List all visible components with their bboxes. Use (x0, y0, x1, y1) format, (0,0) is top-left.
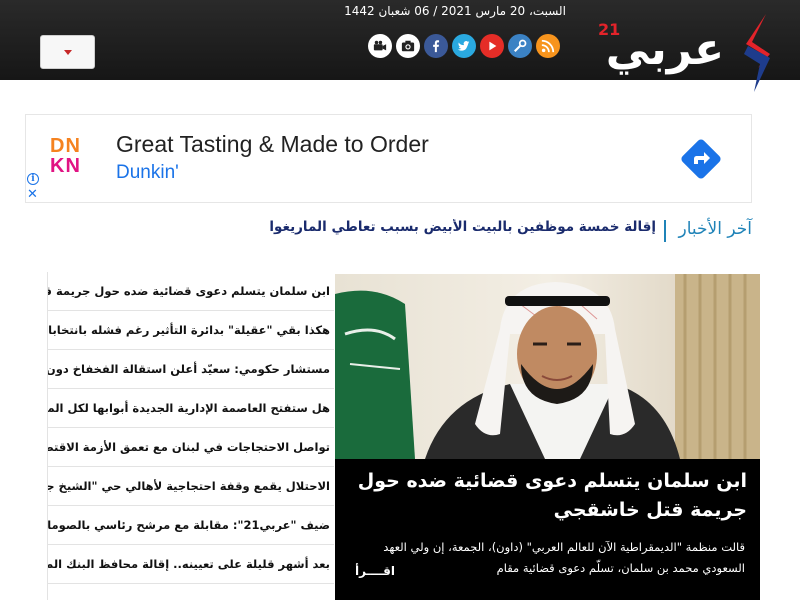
rss-icon[interactable] (536, 34, 560, 58)
caret-down-icon (64, 50, 72, 55)
list-item[interactable]: ضيف "عربي21": مقابلة مع مرشح رئاسي بالصو… (48, 506, 334, 545)
video-camera-icon[interactable] (368, 34, 392, 58)
header-date: السبت، 20 مارس 2021 / 06 شعبان 1442 (344, 4, 566, 18)
dunkin-logo: DN KN (50, 136, 98, 180)
menu-dropdown[interactable] (40, 35, 95, 69)
featured-story[interactable]: ابن سلمان يتسلم دعوى قضائية ضده حول جريم… (335, 274, 760, 600)
ticker-divider (664, 220, 666, 242)
list-item[interactable]: هكذا بقي "عقيلة" بدائرة التأثير رغم فشله… (48, 311, 334, 350)
list-item[interactable]: تواصل الاحتجاجات في لبنان مع تعمق الأزمة… (48, 428, 334, 467)
directions-icon[interactable] (677, 135, 725, 183)
dunkin-logo-line2: KN (50, 155, 81, 177)
ad-info-icon[interactable]: i (27, 173, 39, 185)
ticker-headline[interactable]: إقالة خمسة موظفين بالبيت الأبيض بسبب تعا… (270, 219, 656, 235)
logo-number: 21 (598, 20, 621, 39)
logo-mark-icon (744, 14, 770, 92)
camera-icon[interactable] (396, 34, 420, 58)
latest-news-label: آخر الأخبار (678, 219, 752, 239)
read-more-button[interactable]: اقــــرأ (345, 560, 405, 582)
tools-icon[interactable] (508, 34, 532, 58)
list-item[interactable]: مستشار حكومي: سعيّد أعلن استقالة الفخفاخ… (48, 350, 334, 389)
ad-brand[interactable]: Dunkin' (116, 162, 179, 184)
advertisement-banner[interactable]: DN KN Great Tasting & Made to Order Dunk… (25, 114, 752, 203)
featured-photo[interactable] (335, 274, 760, 459)
featured-title[interactable]: ابن سلمان يتسلم دعوى قضائية ضده حول جريم… (343, 467, 747, 525)
list-item[interactable]: بعد أشهر قليلة على تعيينه.. إقالة محافظ … (48, 545, 334, 584)
list-item[interactable]: الاحتلال يقمع وقفة احتجاجية لأهالي حي "ا… (48, 467, 334, 506)
youtube-icon[interactable] (480, 34, 504, 58)
ad-title[interactable]: Great Tasting & Made to Order (116, 131, 429, 158)
dunkin-logo-line1: DN (50, 135, 81, 157)
facebook-icon[interactable] (424, 34, 448, 58)
site-header: السبت، 20 مارس 2021 / 06 شعبان 1442 عربي… (0, 0, 800, 92)
ad-close-icon[interactable]: ✕ (27, 188, 38, 201)
featured-caption: ابن سلمان يتسلم دعوى قضائية ضده حول جريم… (335, 459, 760, 600)
list-item[interactable]: هل ستفتح العاصمة الإدارية الجديدة أبوابه… (48, 389, 334, 428)
list-item[interactable]: ابن سلمان يتسلم دعوى قضائية ضده حول جريم… (48, 272, 334, 311)
twitter-icon[interactable] (452, 34, 476, 58)
